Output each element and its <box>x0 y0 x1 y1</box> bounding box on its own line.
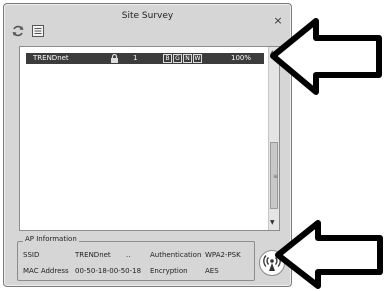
network-row[interactable]: TRENDnet 1 B G N W 100% <box>26 53 264 64</box>
refresh-icon[interactable] <box>11 24 25 38</box>
network-channel: 1 <box>133 54 138 62</box>
scroll-thumb[interactable]: ≡ <box>270 142 278 209</box>
ssid-label: SSID <box>23 251 40 259</box>
encryption-label: Encryption <box>150 267 188 275</box>
callout-arrow-network-icon <box>270 18 382 95</box>
authentication-value: WPA2-PSK <box>205 251 241 259</box>
mode-n-icon: N <box>183 54 192 63</box>
encryption-value: AES <box>205 267 219 275</box>
network-signal: 100% <box>231 54 252 62</box>
lock-icon <box>111 54 118 63</box>
mode-b-icon: B <box>163 54 172 63</box>
ap-information-legend: AP Information <box>23 235 79 243</box>
site-survey-window: Site Survey × TRENDnet 1 B G N W 100% ▲ … <box>3 3 292 287</box>
list-view-icon[interactable] <box>31 24 45 38</box>
window-title: Site Survey <box>121 11 174 21</box>
network-ssid: TRENDnet <box>33 54 69 62</box>
mac-address-value: 00-50-18-00-50-18 <box>75 267 142 275</box>
ssid-ellipsis: .. <box>126 251 131 259</box>
ssid-value: TRENDnet <box>75 251 111 259</box>
callout-arrow-connect-icon <box>275 220 383 289</box>
mode-g-icon: G <box>173 54 182 63</box>
network-mode-flags: B G N W <box>163 54 202 63</box>
mac-address-label: MAC Address <box>23 267 69 275</box>
title-bar: Site Survey × <box>4 4 291 27</box>
ap-information-group: AP Information SSID TRENDnet .. Authenti… <box>17 235 255 281</box>
authentication-label: Authentication <box>150 251 202 259</box>
network-list[interactable]: TRENDnet 1 B G N W 100% ▲ ≡ ▼ <box>19 46 280 231</box>
wps-icon: W <box>193 54 202 63</box>
grip-icon: ≡ <box>273 173 279 180</box>
